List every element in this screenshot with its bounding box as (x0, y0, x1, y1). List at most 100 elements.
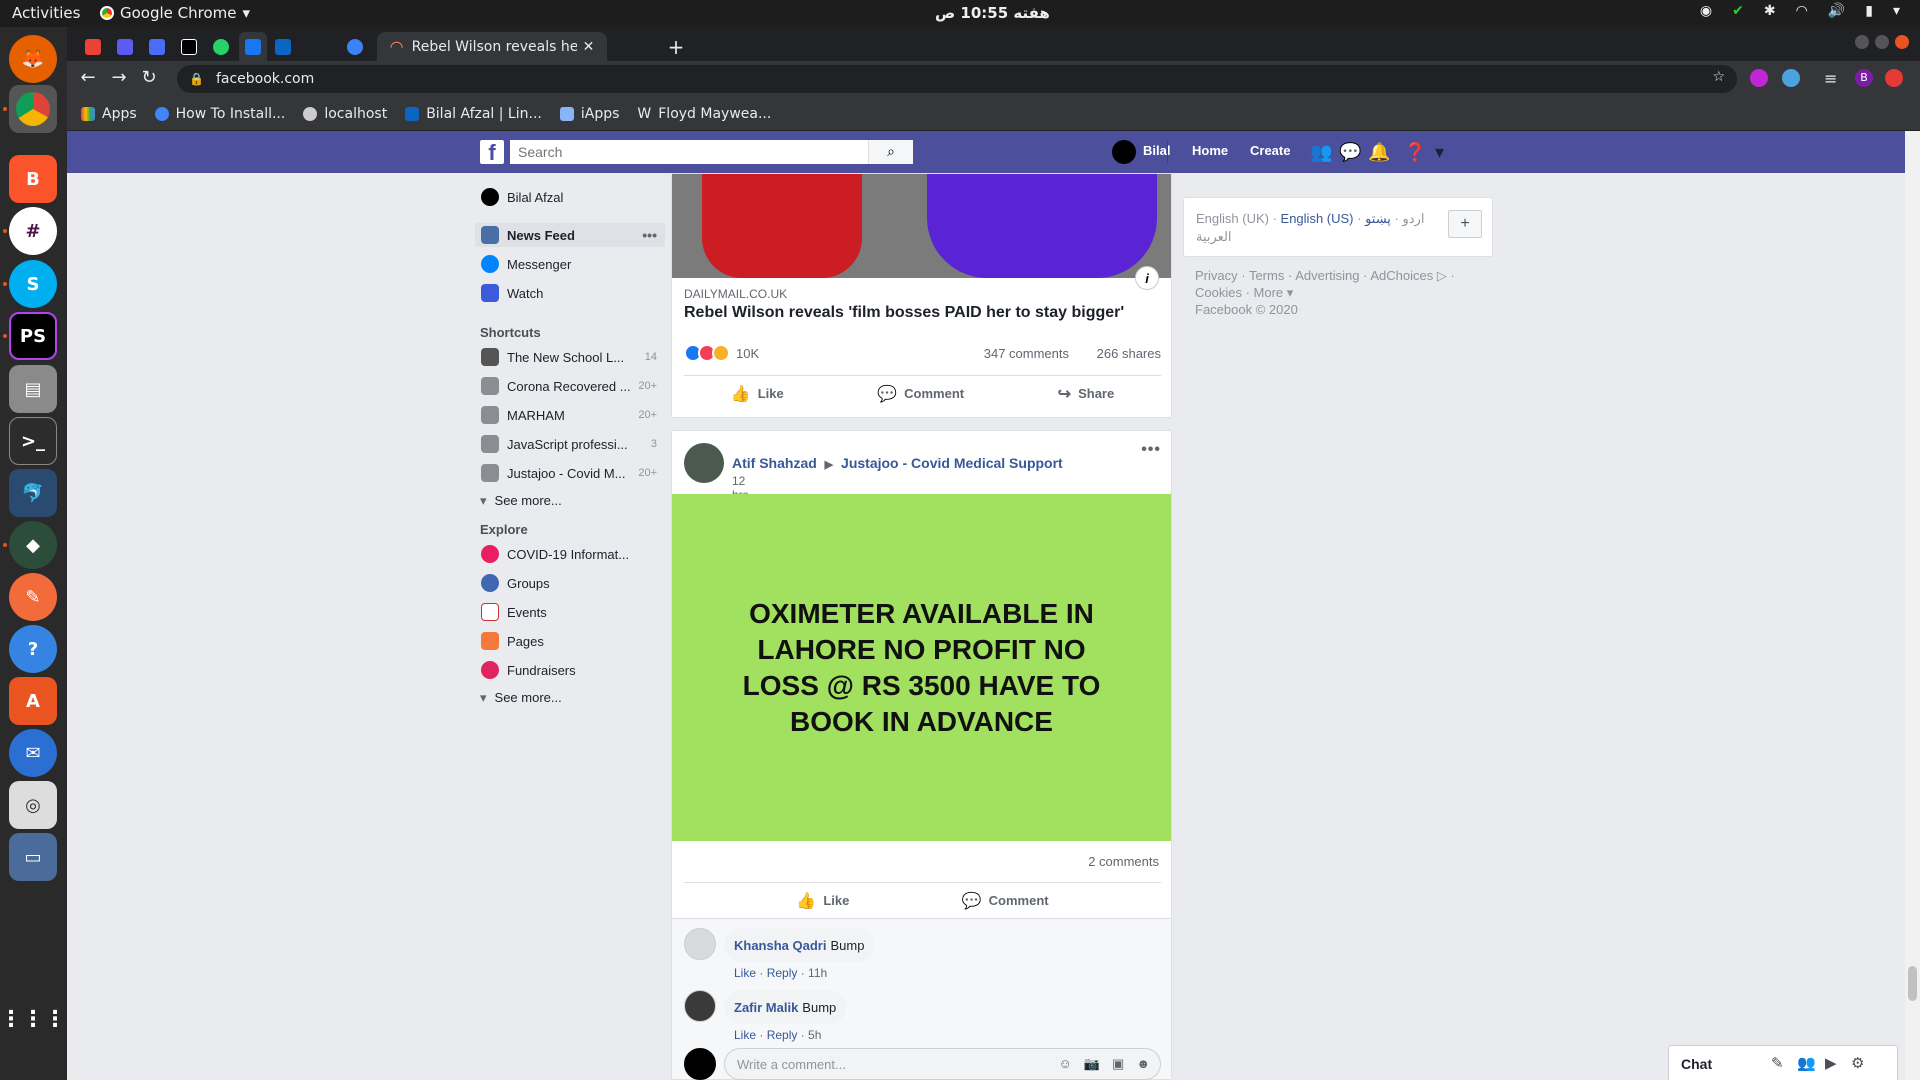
footer-privacy[interactable]: Privacy (1195, 268, 1238, 283)
extension-red-icon[interactable] (1885, 69, 1903, 87)
comment-like-link[interactable]: Like (734, 966, 756, 980)
chat-bar[interactable]: Chat ✎ 👥 ▶ ⚙ (1668, 1045, 1898, 1080)
tab-linkedin[interactable] (267, 32, 299, 61)
close-window-button[interactable] (1895, 35, 1909, 49)
sidebar-item-events[interactable]: Events (475, 600, 665, 624)
sidebar-item-profile[interactable]: Bilal Afzal (475, 185, 665, 209)
software-center-icon[interactable]: A (9, 677, 57, 725)
comment-input[interactable]: Write a comment... ☺ 📷 ▣ ☻ (724, 1048, 1161, 1080)
lang-en-uk[interactable]: English (UK) (1196, 211, 1269, 226)
tab-gmail[interactable] (77, 32, 109, 61)
sidebar-item-shortcut[interactable]: Corona Recovered ... 20+ (475, 374, 665, 398)
phpstorm-icon[interactable]: PS (9, 312, 57, 360)
avatar[interactable] (684, 990, 716, 1022)
wow-reaction-icon[interactable] (712, 344, 730, 362)
show-apps-icon[interactable]: ⋮⋮⋮ (0, 995, 66, 1043)
wifi-icon[interactable]: ◠ (1796, 3, 1808, 19)
sidebar-item-groups[interactable]: Groups (475, 571, 665, 595)
see-more-explore[interactable]: ▾ See more... (480, 690, 562, 706)
gif-icon[interactable]: ▣ (1112, 1056, 1124, 1072)
record-icon[interactable]: ◉ (1700, 3, 1712, 19)
comment-like-link[interactable]: Like (734, 1028, 756, 1042)
create-group-icon[interactable]: 👥 (1797, 1054, 1816, 1072)
sidebar-item-fundraisers[interactable]: Fundraisers (475, 658, 665, 682)
profile-avatar[interactable]: B (1855, 69, 1873, 87)
home-link[interactable]: Home (1192, 143, 1228, 158)
tab-whatsapp[interactable] (205, 32, 237, 61)
group-link[interactable]: Justajoo - Covid Medical Support (841, 455, 1063, 471)
reload-icon[interactable]: ↻ (137, 67, 161, 88)
footer-more[interactable]: More (1254, 285, 1284, 300)
terminal-icon[interactable]: >_ (9, 417, 57, 465)
lang-en-us[interactable]: English (US) (1281, 211, 1354, 226)
footer-cookies[interactable]: Cookies (1195, 285, 1242, 300)
comments-count[interactable]: 2 comments (1088, 854, 1159, 869)
rhythmbox-icon[interactable]: ◎ (9, 781, 57, 829)
comment-button[interactable]: 💬 Comment (877, 384, 964, 404)
lang-ur[interactable]: اردو (1402, 211, 1424, 226)
system-tray[interactable]: ◉ ✔ ✱ ◠ 🔊 ▮ ▾ (1700, 3, 1900, 19)
avatar[interactable] (684, 443, 724, 483)
sidebar-item-shortcut[interactable]: JavaScript professi... 3 (475, 432, 665, 456)
messenger-icon[interactable]: 💬 (1339, 142, 1361, 163)
bookmark-iapps[interactable]: iApps (559, 106, 619, 122)
shares-count[interactable]: 266 shares (1097, 346, 1161, 361)
bookmark-how-to-install[interactable]: How To Install... (154, 106, 285, 122)
account-menu-icon[interactable]: ▾ (1435, 142, 1444, 163)
bookmark-linkedin[interactable]: Bilal Afzal | Lin... (405, 106, 542, 122)
mysql-workbench-icon[interactable]: 🐬 (9, 469, 57, 517)
scroll-thumb[interactable] (1908, 966, 1917, 1001)
notifications-icon[interactable]: 🔔 (1368, 142, 1390, 163)
tab-3[interactable] (141, 32, 173, 61)
check-icon[interactable]: ✔ (1732, 3, 1744, 19)
search-input[interactable] (510, 140, 910, 164)
comment-reply-link[interactable]: Reply (767, 966, 798, 980)
volume-icon[interactable]: 🔊 (1828, 3, 1845, 19)
sidebar-item-covid[interactable]: COVID-19 Informat... (475, 542, 665, 566)
author-link[interactable]: Atif Shahzad (732, 455, 817, 471)
create-link[interactable]: Create (1250, 143, 1290, 158)
slack-icon[interactable]: # (9, 207, 57, 255)
search-icon[interactable]: ⌕ (868, 140, 913, 164)
maximize-button[interactable] (1875, 35, 1889, 49)
close-icon[interactable]: ✕ (583, 39, 595, 55)
info-icon[interactable]: i (1135, 266, 1159, 290)
page-scrollbar[interactable] (1905, 131, 1920, 1080)
thunderbird-icon[interactable]: ✉ (9, 729, 57, 777)
files-icon[interactable]: ▤ (9, 365, 57, 413)
star-icon[interactable]: ☆ (1712, 69, 1725, 85)
sticker-icon[interactable]: ☻ (1136, 1056, 1150, 1072)
video-call-icon[interactable]: ▶ (1825, 1054, 1837, 1072)
address-bar[interactable]: 🔒 facebook.com ☆ (177, 65, 1737, 93)
sidebar-item-shortcut[interactable]: The New School L... 14 (475, 345, 665, 369)
footer-advertising[interactable]: Advertising (1295, 268, 1359, 283)
comment-time[interactable]: 5h (808, 1028, 821, 1042)
facebook-logo[interactable]: f (480, 140, 504, 165)
skype-icon[interactable]: S (9, 260, 57, 308)
bookmark-apps[interactable]: Apps (81, 106, 137, 122)
tab-2[interactable] (109, 32, 141, 61)
tab-active[interactable]: ◠ Rebel Wilson reveals her ✕ (377, 32, 607, 61)
more-languages-button[interactable]: + (1448, 210, 1482, 238)
app-menu[interactable]: Google Chrome ▾ (100, 4, 250, 22)
like-button[interactable]: 👍 Like (796, 891, 849, 911)
tab-7[interactable] (339, 32, 371, 61)
post-text-panel[interactable]: OXIMETER AVAILABLE IN LAHORE NO PROFIT N… (672, 494, 1171, 841)
camera-icon[interactable]: 📷 (1084, 1056, 1100, 1072)
sidebar-item-shortcut[interactable]: Justajoo - Covid M... 20+ (475, 461, 665, 485)
commenter-name[interactable]: Khansha Qadri (734, 938, 826, 953)
chat-label[interactable]: Chat (1681, 1056, 1712, 1072)
sidebar-item-watch[interactable]: Watch (475, 281, 665, 305)
extension-moon-icon[interactable] (1750, 69, 1768, 87)
comments-count[interactable]: 347 comments (984, 346, 1069, 361)
share-button[interactable]: ↪ Share (1058, 384, 1115, 404)
help-icon[interactable]: ? (9, 625, 57, 673)
gitkraken-icon[interactable]: ◆ (9, 521, 57, 569)
avatar[interactable] (684, 928, 716, 960)
sidebar-item-messenger[interactable]: Messenger (475, 252, 665, 276)
help-icon[interactable]: ❓ (1404, 142, 1426, 163)
comment-reply-link[interactable]: Reply (767, 1028, 798, 1042)
avatar[interactable] (1112, 140, 1136, 164)
see-more-shortcuts[interactable]: ▾ See more... (480, 493, 562, 509)
friend-requests-icon[interactable]: 👥 (1310, 142, 1332, 163)
